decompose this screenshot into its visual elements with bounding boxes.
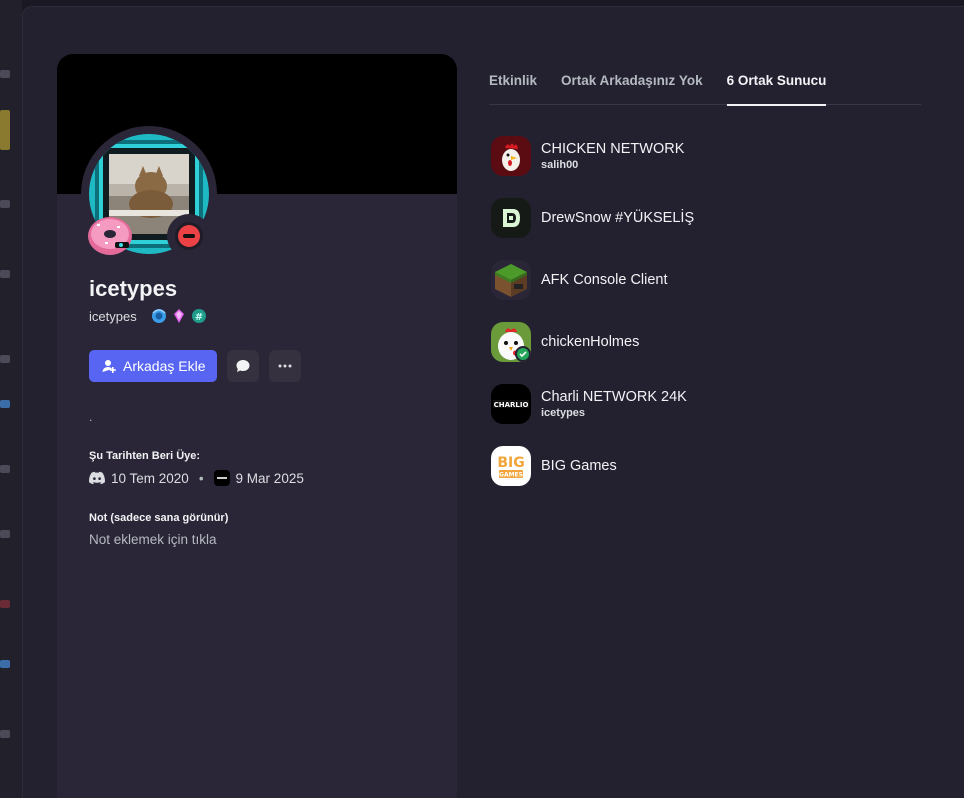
rooster-icon (491, 136, 531, 176)
add-friend-label: Arkadaş Ekle (123, 358, 206, 374)
dnd-status-indicator (167, 214, 211, 258)
badge-list: # (151, 308, 207, 324)
member-since-title: Şu Tarihten Beri Üye: (89, 450, 201, 462)
separator-dot: • (198, 470, 204, 486)
discord-logo-icon (89, 471, 105, 485)
server-icon-small (213, 470, 230, 486)
member-since-row: 10 Tem 2020 • 9 Mar 2025 (89, 470, 304, 486)
svg-text:#: # (195, 312, 203, 323)
username-row: icetypes # (89, 308, 207, 324)
profile-actions: Arkadaş Ekle (89, 350, 302, 382)
svg-text:GAMES: GAMES (499, 472, 523, 479)
server-nickname: icetypes (541, 407, 586, 419)
nitro-gem-badge-icon[interactable] (171, 308, 187, 324)
server-name: BIG Games (541, 458, 617, 474)
more-options-button[interactable] (269, 350, 302, 382)
server-item-charli-network[interactable]: CHARLIO Charli NETWORK 24K icetypes (491, 373, 921, 435)
server-name: CHICKEN NETWORK (541, 141, 685, 157)
mutual-server-list: CHICKEN NETWORK salih00 DrewSnow #YÜKSEL… (491, 125, 921, 497)
server-item-chickenholmes[interactable]: chickenHolmes (491, 311, 921, 373)
note-title: Not (sadece sana görünür) (89, 512, 229, 524)
username: icetypes (89, 308, 137, 324)
server-name: chickenHolmes (541, 334, 640, 350)
hypesquad-badge-icon[interactable] (151, 308, 167, 324)
message-button[interactable] (227, 350, 260, 382)
drewsnow-d-icon (491, 198, 531, 238)
tab-mutual-friends[interactable]: Ortak Arkadaşınız Yok (561, 71, 703, 105)
donut-decoration-icon (88, 217, 132, 255)
user-profile-modal: icetypes icetypes # Arkadaş Ekle . Şu Ta… (22, 6, 964, 798)
note-input[interactable] (89, 532, 419, 547)
svg-text:CHARLIO: CHARLIO (494, 401, 529, 409)
tab-activity[interactable]: Etkinlik (489, 71, 537, 105)
big-games-logo-icon: BIG GAMES (491, 446, 531, 486)
background-app-strip (0, 0, 22, 798)
grass-block-icon (491, 260, 531, 300)
ellipsis-icon (278, 364, 292, 368)
server-name: AFK Console Client (541, 272, 668, 288)
server-name: DrewSnow #YÜKSELİŞ (541, 210, 695, 226)
profile-card: icetypes icetypes # Arkadaş Ekle . Şu Ta… (57, 54, 457, 798)
verified-badge-icon (515, 346, 531, 362)
discord-join-date: 10 Tem 2020 (111, 470, 189, 486)
server-name: Charli NETWORK 24K (541, 389, 687, 405)
server-nickname: salih00 (541, 159, 579, 171)
display-name: icetypes (89, 276, 178, 301)
cartoon-chicken-icon (491, 322, 531, 362)
add-user-icon (102, 360, 116, 373)
tab-mutual-servers[interactable]: 6 Ortak Sunucu (726, 71, 826, 106)
add-friend-button[interactable]: Arkadaş Ekle (89, 350, 218, 382)
server-item-big-games[interactable]: BIG GAMES BIG Games (491, 435, 921, 497)
svg-text:BIG: BIG (497, 455, 524, 471)
server-item-afk-console-client[interactable]: AFK Console Client (491, 249, 921, 311)
avatar-container[interactable] (81, 126, 217, 262)
server-item-chicken-network[interactable]: CHICKEN NETWORK salih00 (491, 125, 921, 187)
chat-bubble-icon (236, 360, 250, 372)
server-join-date: 9 Mar 2025 (235, 470, 304, 486)
hashtag-badge-icon[interactable]: # (191, 308, 207, 324)
profile-tabs: Etkinlik Ortak Arkadaşınız Yok 6 Ortak S… (489, 71, 921, 106)
charlio-logo-icon: CHARLIO (491, 384, 531, 424)
server-item-drewsnow[interactable]: DrewSnow #YÜKSELİŞ (491, 187, 921, 249)
bio-text: . (89, 410, 93, 424)
